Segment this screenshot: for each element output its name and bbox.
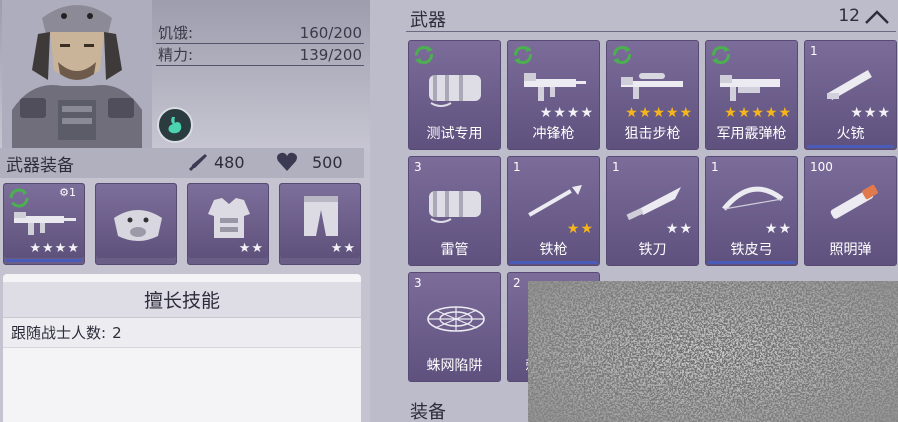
skills-panel: 擅长技能 跟随战士人数: 2 xyxy=(3,274,361,422)
recycle-icon xyxy=(9,188,29,208)
weapon-card[interactable]: 1 ★★★ 火铳 xyxy=(804,40,897,150)
weapon-name: 火铳 xyxy=(836,126,865,142)
weapon-icon xyxy=(429,191,481,223)
equipment-title: 武器装备 xyxy=(6,155,74,176)
stats-list: 饥饿: 160/200 精力: 139/200 xyxy=(156,22,364,66)
defense-value: 500 xyxy=(312,152,343,172)
rifle-icon xyxy=(14,212,76,235)
gear-title: 装备 xyxy=(410,402,446,422)
rarity-stars: ★★★★ xyxy=(539,105,594,121)
item-count: 3 xyxy=(414,276,422,290)
recycle-icon xyxy=(514,46,532,64)
weapon-name: 测试专用 xyxy=(426,126,483,142)
weapon-card[interactable]: 测试专用 xyxy=(408,40,501,150)
weapon-card[interactable]: 1 ★★ 铁枪 xyxy=(507,156,600,266)
chevron-up-icon[interactable] xyxy=(864,8,890,26)
weapon-icon xyxy=(827,70,872,100)
attack-stat: 480 xyxy=(188,152,245,172)
item-count: 100 xyxy=(810,160,833,174)
attack-value: 480 xyxy=(214,152,245,172)
weapon-icon xyxy=(524,73,586,101)
rarity-stars: ★★★ xyxy=(850,105,891,121)
weapon-name: 狙击步枪 xyxy=(624,126,681,142)
weapon-card[interactable]: 3 雷管 xyxy=(408,156,501,266)
follower-count-row: 跟随战士人数: 2 xyxy=(3,318,361,348)
hunger-row: 饥饿: 160/200 xyxy=(156,22,364,44)
weapons-section-header[interactable]: 武器 12 xyxy=(370,4,898,31)
equip-slot-weapon[interactable]: ⚙1 ★★★★ xyxy=(3,183,85,265)
item-count: 1 xyxy=(711,160,719,174)
slot-stars: ★★ xyxy=(238,241,264,256)
weapon-name: 照明弹 xyxy=(829,242,872,258)
stamina-value: 139/200 xyxy=(299,45,362,64)
weapon-icon xyxy=(528,185,582,217)
slot-stars: ★★★★ xyxy=(29,241,80,256)
hunger-value: 160/200 xyxy=(299,23,362,42)
character-portrait xyxy=(2,0,152,148)
recycle-icon xyxy=(415,46,433,64)
weapon-card[interactable]: 100 照明弹 xyxy=(804,156,897,266)
gear-level-icon: ⚙1 xyxy=(59,186,76,199)
weapon-card[interactable]: 1 ★★ 铁皮弓 xyxy=(705,156,798,266)
weapons-title: 武器 xyxy=(410,10,446,31)
stomach-status-icon[interactable] xyxy=(157,107,193,143)
recycle-icon xyxy=(613,46,631,64)
item-count: 3 xyxy=(414,160,422,174)
rarity-bar xyxy=(510,261,597,264)
weapons-count: 12 xyxy=(838,6,860,26)
weapon-name: 军用霰弹枪 xyxy=(716,126,787,142)
rarity-bar xyxy=(807,145,894,148)
equip-slot-legs[interactable]: ★★ xyxy=(279,183,361,265)
weapon-name: 铁皮弓 xyxy=(730,242,773,258)
equip-slot-body[interactable]: ★★ xyxy=(187,183,269,265)
slot-stars: ★★ xyxy=(330,241,356,256)
boar-mask-icon xyxy=(114,210,162,241)
weapon-card[interactable]: 1 ★★ 铁刀 xyxy=(606,156,699,266)
item-count: 1 xyxy=(612,160,620,174)
weapon-card[interactable]: ★★★★★ 狙击步枪 xyxy=(606,40,699,150)
weapon-icon xyxy=(626,187,681,221)
equipment-header: 武器装备 480 500 xyxy=(0,148,364,178)
item-count: 2 xyxy=(513,276,521,290)
equip-slot-head[interactable] xyxy=(95,183,177,265)
character-panel: 饥饿: 160/200 精力: 139/200 武器装备 480 500 ⚙1 … xyxy=(0,0,370,422)
rarity-stars: ★★★★★ xyxy=(724,105,792,121)
weapon-name: 雷管 xyxy=(440,242,469,258)
weapon-icon xyxy=(621,73,683,99)
follower-value: 2 xyxy=(112,323,122,342)
weapon-name: 冲锋枪 xyxy=(532,126,575,142)
weapon-name: 蛛网陷阱 xyxy=(426,358,483,374)
stamina-row: 精力: 139/200 xyxy=(156,44,364,66)
weapon-icon xyxy=(722,186,784,211)
hunger-label: 饥饿: xyxy=(158,24,194,42)
weapon-icon xyxy=(830,184,878,219)
rarity-stars: ★★ xyxy=(764,221,792,237)
weapon-name: 铁刀 xyxy=(638,242,667,258)
weapon-name: 铁枪 xyxy=(539,242,568,258)
item-count: 1 xyxy=(810,44,818,58)
weapon-card[interactable]: ★★★★ 冲锋枪 xyxy=(507,40,600,150)
weapon-card[interactable]: ★★★★★ 军用霰弹枪 xyxy=(705,40,798,150)
sword-icon xyxy=(188,154,207,172)
recycle-icon xyxy=(712,46,730,64)
skills-title: 擅长技能 xyxy=(3,282,361,318)
weapon-icon xyxy=(429,75,481,107)
rarity-stars: ★★ xyxy=(566,221,594,237)
stamina-label: 精力: xyxy=(158,46,194,64)
rarity-stars: ★★★★★ xyxy=(625,105,693,121)
follower-label: 跟随战士人数: xyxy=(11,324,107,342)
noise-overlay xyxy=(528,281,898,422)
vest-icon xyxy=(208,198,250,238)
item-count: 1 xyxy=(513,160,521,174)
weapon-icon xyxy=(427,306,485,332)
weapon-icon xyxy=(720,75,780,101)
heart-icon xyxy=(277,152,297,171)
rarity-bar xyxy=(708,261,795,264)
pants-icon xyxy=(304,196,338,236)
weapon-card[interactable]: 3 蛛网陷阱 xyxy=(408,272,501,382)
rarity-stars: ★★ xyxy=(665,221,693,237)
defense-stat: 500 xyxy=(276,152,343,172)
